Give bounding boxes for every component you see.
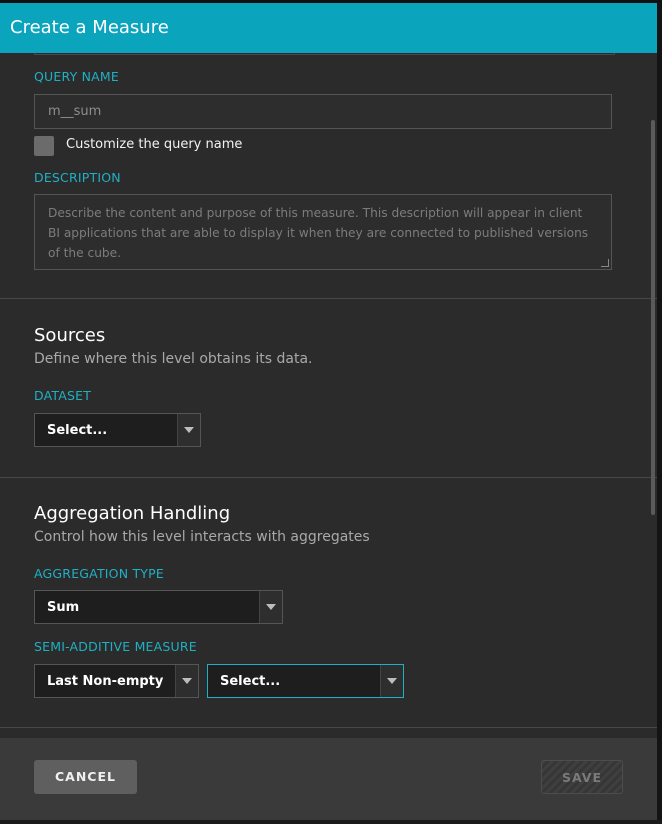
query-name-label: QUERY NAME [34, 69, 119, 84]
chevron-down-icon [387, 678, 397, 684]
window-top-edge [0, 0, 662, 3]
sources-subtitle: Define where this level obtains its data… [34, 351, 313, 367]
customize-query-name-label: Customize the query name [66, 137, 243, 152]
dialog-footer: CANCEL SAVE [0, 738, 657, 824]
query-name-input[interactable]: m__sum [34, 94, 612, 129]
window-bottom-edge [0, 820, 662, 824]
dialog-titlebar: Create a Measure [0, 3, 657, 53]
dataset-dropdown-button[interactable] [177, 414, 200, 446]
resize-grip-icon[interactable] [601, 259, 609, 267]
description-placeholder: Describe the content and purpose of this… [48, 206, 589, 260]
dataset-select[interactable]: Select... [34, 413, 201, 447]
semi-additive-dropdown-button[interactable] [175, 665, 198, 697]
semi-additive-select[interactable]: Last Non-empty [34, 664, 199, 698]
aggregation-type-value: Sum [47, 600, 80, 615]
sources-title: Sources [34, 325, 106, 346]
section-divider [0, 727, 657, 728]
semi-additive-secondary-select[interactable]: Select... [207, 664, 404, 698]
semi-additive-secondary-dropdown-button[interactable] [380, 665, 403, 697]
semi-additive-secondary-value: Select... [220, 674, 281, 689]
description-label: DESCRIPTION [34, 170, 121, 185]
chevron-down-icon [184, 427, 194, 433]
aggregation-subtitle: Control how this level interacts with ag… [34, 529, 370, 545]
cancel-button[interactable]: CANCEL [34, 760, 137, 794]
aggregation-type-dropdown-button[interactable] [259, 591, 282, 623]
description-textarea[interactable]: Describe the content and purpose of this… [34, 194, 612, 270]
window-right-edge [657, 0, 662, 824]
dataset-select-value: Select... [47, 423, 108, 438]
aggregation-type-select[interactable]: Sum [34, 590, 283, 624]
aggregation-type-label: AGGREGATION TYPE [34, 566, 164, 581]
save-button[interactable]: SAVE [541, 760, 623, 794]
chevron-down-icon [182, 678, 192, 684]
scrollbar-thumb[interactable] [651, 120, 655, 515]
section-divider [0, 477, 657, 478]
aggregation-title: Aggregation Handling [34, 503, 231, 524]
semi-additive-value: Last Non-empty [47, 674, 164, 689]
dataset-label: DATASET [34, 388, 92, 403]
chevron-down-icon [266, 604, 276, 610]
create-measure-dialog: QUERY NAME m__sum Customize the query na… [0, 0, 657, 824]
section-divider [0, 298, 657, 299]
semi-additive-label: SEMI-ADDITIVE MEASURE [34, 639, 197, 654]
customize-query-name-checkbox[interactable] [34, 136, 54, 156]
dialog-title: Create a Measure [10, 17, 169, 38]
